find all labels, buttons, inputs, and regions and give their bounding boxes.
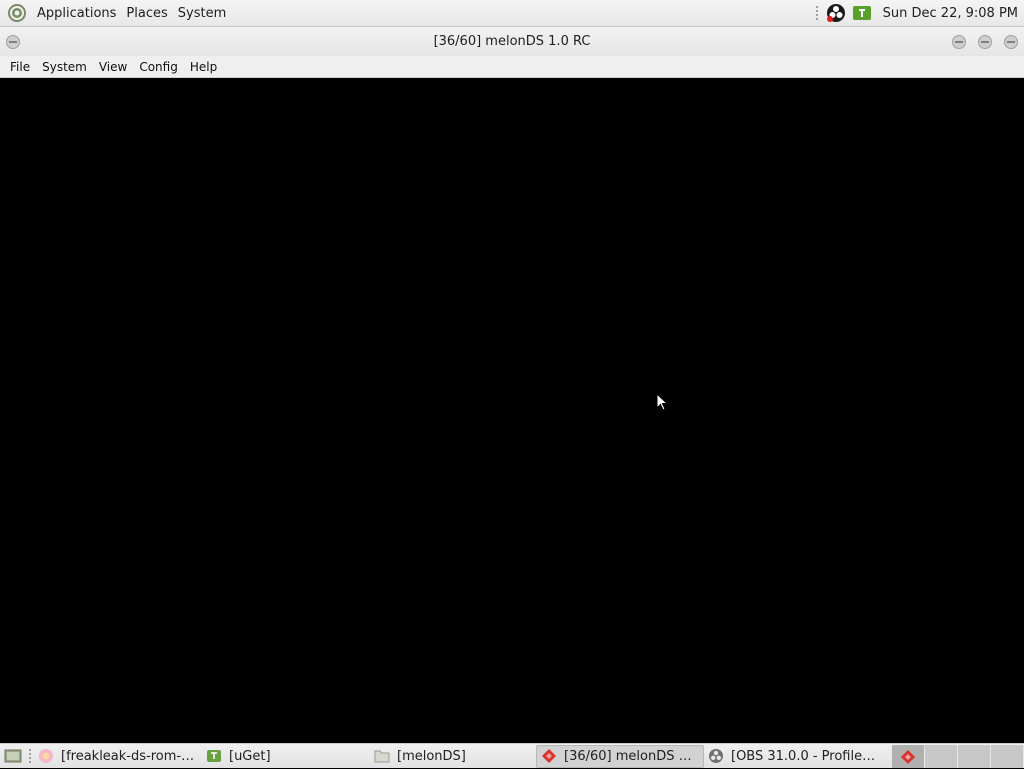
task-label: [uGet]: [229, 748, 271, 764]
emulator-screen[interactable]: [0, 78, 1024, 743]
menu-config[interactable]: Config: [133, 56, 184, 78]
workspace-switcher[interactable]: [892, 745, 1024, 768]
task-button-uget[interactable]: [uGet]: [202, 745, 370, 768]
minimize-icon[interactable]: [951, 34, 967, 50]
close-icon[interactable]: [1003, 34, 1019, 50]
uget-tray-icon[interactable]: [852, 3, 872, 23]
menu-file[interactable]: File: [4, 56, 36, 78]
uget-icon: [206, 748, 222, 764]
show-desktop-icon[interactable]: [0, 744, 26, 769]
applications-menu[interactable]: Applications: [32, 0, 121, 27]
bottom-taskbar: [freakleak-ds-rom-… [uGet] [melonDS] [36…: [0, 743, 1024, 768]
workspace-3[interactable]: [958, 745, 991, 768]
task-label: [OBS 31.0.0 - Profile…: [731, 748, 876, 764]
task-label: [36/60] melonDS 1.…: [564, 748, 699, 764]
workspace-2[interactable]: [925, 745, 958, 768]
menu-system[interactable]: System: [36, 56, 93, 78]
app-menubar: File System View Config Help: [0, 56, 1024, 78]
folder-icon: [374, 748, 390, 764]
workspace-1[interactable]: [892, 745, 925, 768]
places-menu[interactable]: Places: [121, 0, 172, 27]
task-label: [melonDS]: [397, 748, 466, 764]
tray-separator: [814, 5, 819, 21]
clock[interactable]: Sun Dec 22, 9:08 PM: [875, 6, 1024, 21]
obs-icon: [708, 748, 724, 764]
menu-help[interactable]: Help: [184, 56, 223, 78]
task-button-melonds-folder[interactable]: [melonDS]: [370, 745, 536, 768]
window-title: [36/60] melonDS 1.0 RC: [433, 34, 591, 49]
window-title-bar[interactable]: [36/60] melonDS 1.0 RC: [0, 27, 1024, 56]
workspace-4[interactable]: [991, 745, 1024, 768]
task-button-melonds[interactable]: [36/60] melonDS 1.…: [536, 744, 704, 768]
mouse-cursor-icon: [656, 392, 669, 415]
task-button-obs[interactable]: [OBS 31.0.0 - Profile…: [704, 745, 880, 768]
task-label: [freakleak-ds-rom-…: [61, 748, 195, 764]
system-menu[interactable]: System: [173, 0, 231, 27]
maximize-icon[interactable]: [977, 34, 993, 50]
obs-tray-icon[interactable]: [826, 3, 846, 23]
melonds-icon: [901, 749, 915, 764]
taskbar-separator: [28, 748, 32, 764]
distro-logo-icon[interactable]: [6, 2, 28, 24]
task-button-browser[interactable]: [freakleak-ds-rom-…: [34, 745, 202, 768]
browser-icon: [38, 748, 54, 764]
window-menu-icon[interactable]: [5, 34, 21, 50]
melonds-icon: [541, 748, 557, 764]
menu-view[interactable]: View: [93, 56, 133, 78]
top-panel: Applications Places System Sun Dec 22, 9…: [0, 0, 1024, 27]
